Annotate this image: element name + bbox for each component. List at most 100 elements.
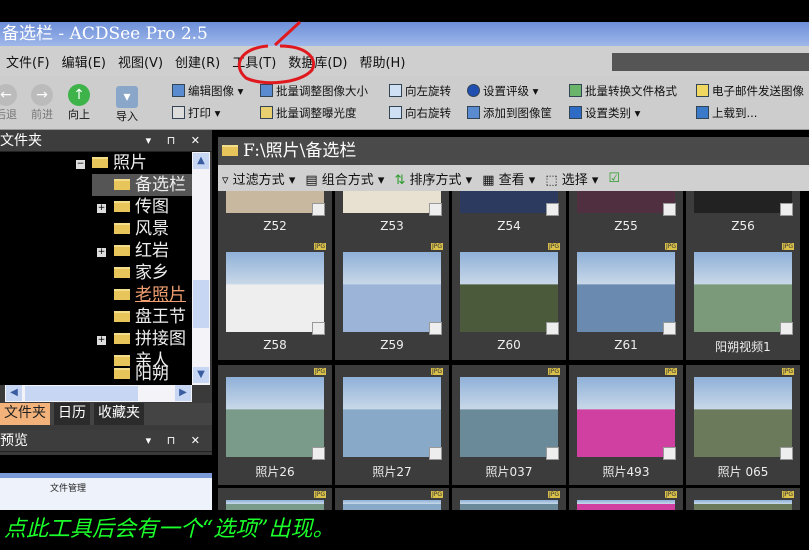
thumbnail-cell[interactable]: JPG 照片037 — [452, 365, 566, 485]
thumbnail-cell[interactable]: Z56 — [686, 191, 800, 241]
import-button[interactable]: ▾ 导入 — [107, 86, 147, 124]
tree-item[interactable]: 阳朔 — [114, 363, 169, 385]
tree-item[interactable]: 盘王节 — [114, 306, 186, 328]
tree-item[interactable]: 照片 — [92, 152, 147, 174]
scroll-up-icon[interactable]: ▲ — [193, 153, 209, 169]
menu-file[interactable]: 文件(F) — [0, 52, 56, 71]
menu-create[interactable]: 创建(R) — [169, 52, 226, 71]
email-images-button[interactable]: 电子邮件发送图像 — [696, 83, 804, 99]
tree-item[interactable]: 风景 — [114, 218, 169, 240]
rotate-left-button[interactable]: 向左旋转 — [389, 83, 451, 99]
up-button[interactable]: ↑ 向上 — [59, 84, 99, 122]
jpg-badge: JPG — [313, 243, 326, 250]
thumbnail-image — [343, 191, 441, 213]
menu-database[interactable]: 数据库(D) — [282, 52, 353, 71]
select-checkbox[interactable] — [429, 447, 442, 460]
select-checkbox[interactable] — [312, 322, 325, 335]
rotate-right-button[interactable]: 向右旋转 — [389, 105, 451, 121]
tree-item[interactable]: 红岩 — [114, 240, 169, 262]
select-checkbox[interactable] — [663, 322, 676, 335]
thumbnail-cell[interactable]: JPG Z58 — [218, 240, 332, 360]
select-checkbox[interactable] — [780, 203, 793, 216]
menu-view[interactable]: 视图(V) — [112, 52, 169, 71]
jpg-badge: JPG — [781, 243, 794, 250]
forward-arrow-icon: → — [31, 84, 53, 106]
thumbnail-cell[interactable]: Z54 — [452, 191, 566, 241]
batch-convert-button[interactable]: 批量转换文件格式 — [569, 83, 677, 99]
select-checkbox[interactable] — [312, 447, 325, 460]
scroll-thumb[interactable] — [193, 280, 209, 328]
view-button[interactable]: ▦ 查看 ▾ — [482, 169, 535, 188]
scroll-down-icon[interactable]: ▼ — [193, 367, 209, 383]
thumbnail-cell[interactable]: JPG Z59 — [335, 240, 449, 360]
panel-controls[interactable]: ▾ ⊓ ✕ — [146, 430, 206, 452]
select-checkbox[interactable] — [780, 447, 793, 460]
filter-button[interactable]: ▿ 过滤方式 ▾ — [222, 169, 295, 188]
select-checkbox[interactable] — [546, 447, 559, 460]
select-checkbox[interactable] — [546, 322, 559, 335]
panel-controls[interactable]: ▾ ⊓ ✕ — [146, 130, 206, 152]
tab-calendar[interactable]: 日历 — [54, 403, 90, 425]
scroll-thumb[interactable] — [25, 386, 138, 401]
forward-button[interactable]: → 前进 — [22, 84, 62, 122]
thumbnail-cell[interactable]: JPG — [335, 488, 449, 510]
thumbnail-cell[interactable]: JPG — [686, 488, 800, 510]
tab-folders[interactable]: 文件夹 — [0, 403, 50, 425]
upload-button[interactable]: 上载到... — [696, 105, 757, 121]
tree-item-selected[interactable]: 备选栏 — [114, 174, 186, 196]
expand-icon[interactable]: + — [97, 248, 106, 257]
select-checkbox[interactable] — [546, 203, 559, 216]
thumbnail-cell[interactable]: JPG 照片27 — [335, 365, 449, 485]
tab-favorites[interactable]: 收藏夹 — [94, 403, 144, 425]
edit-image-button[interactable]: 编辑图像 ▾ — [172, 83, 243, 99]
tree-item-hover[interactable]: 老照片 — [114, 284, 186, 306]
thumbnail-cell[interactable]: JPG — [218, 488, 332, 510]
checklist-icon[interactable]: ☑ — [608, 171, 620, 186]
thumbnail-image — [460, 191, 558, 213]
select-checkbox[interactable] — [663, 447, 676, 460]
add-to-basket-button[interactable]: 添加到图像筐 — [467, 105, 552, 121]
select-button[interactable]: ⬚ 选择 ▾ — [545, 169, 598, 188]
thumbnail-cell[interactable]: JPG 照片493 — [569, 365, 683, 485]
scroll-left-icon[interactable]: ◀ — [6, 385, 22, 401]
select-checkbox[interactable] — [780, 322, 793, 335]
thumbnail-cell[interactable]: JPG Z61 — [569, 240, 683, 360]
tree-horizontal-scrollbar[interactable]: ◀ ▶ — [5, 385, 192, 402]
scroll-right-icon[interactable]: ▶ — [175, 385, 191, 401]
set-rating-button[interactable]: 设置评级 ▾ — [467, 83, 538, 99]
select-checkbox[interactable] — [429, 322, 442, 335]
thumbnail-cell[interactable]: JPG — [569, 488, 683, 510]
tree-item[interactable]: 家乡 — [114, 262, 169, 284]
print-button[interactable]: 打印 ▾ — [172, 105, 220, 121]
menu-tools[interactable]: 工具(T) — [226, 52, 282, 71]
collapse-icon[interactable]: − — [76, 160, 85, 169]
thumbnail-cell[interactable]: JPG 照片 065 — [686, 365, 800, 485]
select-checkbox[interactable] — [663, 203, 676, 216]
select-checkbox[interactable] — [312, 203, 325, 216]
thumbnail-label: 照片27 — [372, 465, 412, 479]
menu-edit[interactable]: 编辑(E) — [56, 52, 112, 71]
tree-vertical-scrollbar[interactable]: ▲ ▼ — [192, 152, 210, 385]
thumbnail-cell[interactable]: Z53 — [335, 191, 449, 241]
expand-icon[interactable]: + — [97, 336, 106, 345]
menu-help[interactable]: 帮助(H) — [353, 52, 411, 71]
thumbnail-cell[interactable]: JPG Z60 — [452, 240, 566, 360]
sort-button[interactable]: ⇅ 排序方式 ▾ — [394, 169, 472, 188]
set-category-button[interactable]: 设置类别 ▾ — [569, 105, 640, 121]
group-button[interactable]: ▤ 组合方式 ▾ — [305, 169, 384, 188]
tree-item[interactable]: 传图 — [114, 196, 169, 218]
thumbnail-image — [343, 500, 441, 510]
select-checkbox[interactable] — [429, 203, 442, 216]
thumbnail-cell[interactable]: JPG — [452, 488, 566, 510]
thumbnail-cell[interactable]: Z55 — [569, 191, 683, 241]
expand-icon[interactable]: + — [97, 204, 106, 213]
jpg-badge: JPG — [664, 368, 677, 375]
tree-item[interactable]: 拼接图 — [114, 328, 186, 350]
batch-resize-button[interactable]: 批量调整图像大小 — [260, 83, 368, 99]
thumbnail-cell[interactable]: JPG 照片26 — [218, 365, 332, 485]
batch-exposure-button[interactable]: 批量调整曝光度 — [260, 105, 357, 121]
thumbnail-cell[interactable]: Z52 — [218, 191, 332, 241]
search-input[interactable] — [612, 53, 809, 71]
folder-icon — [114, 223, 130, 234]
thumbnail-cell[interactable]: JPG 阳朔视频1 — [686, 240, 800, 360]
